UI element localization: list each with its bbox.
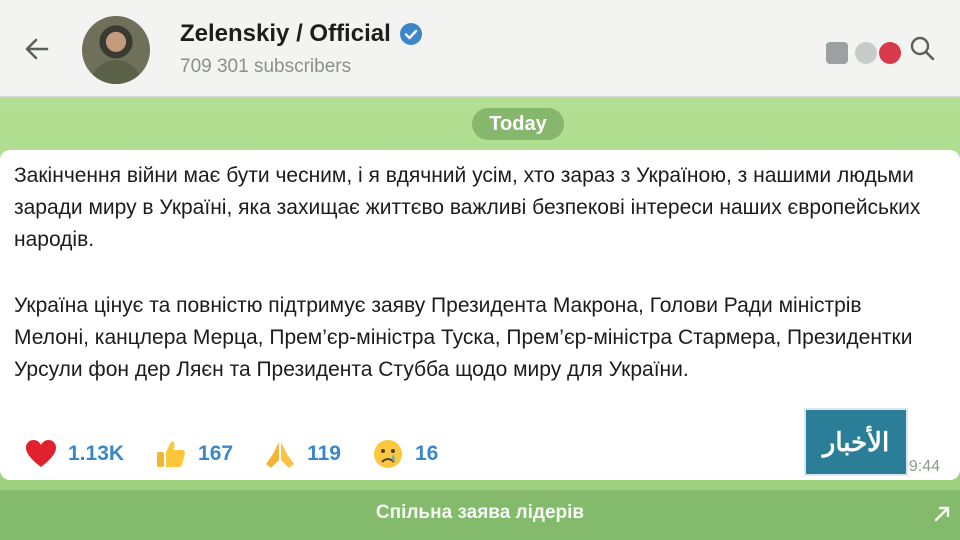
reaction-count: 167 xyxy=(198,442,234,465)
preview-title: Спільна заява лідерів xyxy=(375,502,585,523)
reaction-count: 1.13K xyxy=(68,442,125,465)
heart-icon xyxy=(24,437,58,471)
forwarded-preview-bar[interactable]: Спільна заява лідерів xyxy=(0,490,960,540)
crying-face-icon xyxy=(371,437,405,471)
reaction-folded-hands[interactable]: 119 xyxy=(263,437,341,471)
channel-title[interactable]: Zelenskiy / Official xyxy=(180,20,391,48)
reaction-crying-face[interactable]: 16 xyxy=(371,437,438,471)
message-paragraph-2: Україна цінує та повністю підтримує заяв… xyxy=(14,294,913,381)
reactions-bar: 1.13K 167 119 16 xyxy=(24,437,438,471)
news-channel-badge: الأخبار xyxy=(804,408,908,476)
message-paragraph-1: Закінчення війни має бути чесним, і я вд… xyxy=(14,164,921,251)
reaction-heart[interactable]: 1.13K xyxy=(24,437,124,471)
subscriber-count: 709 301 subscribers xyxy=(180,56,352,77)
reaction-count: 16 xyxy=(414,442,439,465)
verified-icon xyxy=(399,23,422,45)
channel-header: Zelenskiy / Official 709 301 subscribers xyxy=(0,0,960,97)
search-icon[interactable] xyxy=(908,34,936,62)
corner-arrow-icon xyxy=(934,506,950,522)
back-button[interactable] xyxy=(20,32,54,66)
arrow-left-icon xyxy=(25,38,49,60)
date-separator: Today xyxy=(472,108,564,140)
reaction-thumbs-up[interactable]: 167 xyxy=(154,437,233,471)
folded-hands-icon xyxy=(263,437,297,471)
avatar[interactable] xyxy=(82,16,150,84)
thumbs-up-icon xyxy=(154,437,188,471)
reaction-count: 119 xyxy=(307,442,341,465)
